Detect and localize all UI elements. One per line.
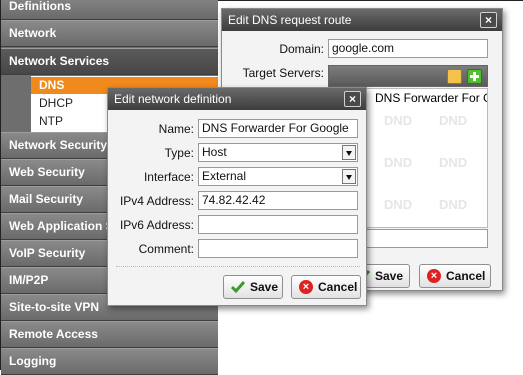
watermark: DND (384, 155, 413, 170)
type-select[interactable]: Host (198, 143, 358, 162)
sidebar-item-network-services[interactable]: Network Services (1, 48, 218, 75)
interface-value: External (202, 169, 247, 183)
dns-dialog-title: Edit DNS request route (222, 9, 502, 31)
interface-select[interactable]: External (198, 167, 358, 186)
sidebar-item-definitions[interactable]: Definitions (1, 0, 218, 20)
close-icon[interactable]: × (344, 91, 361, 107)
dns-save-label: Save (375, 269, 404, 283)
cancel-icon: × (299, 280, 313, 294)
close-icon[interactable]: × (480, 12, 497, 28)
network-save-button[interactable]: Save (223, 275, 283, 299)
check-icon (231, 281, 245, 294)
watermark: DND (439, 155, 468, 170)
name-label: Name: (158, 122, 194, 136)
watermark: DND (384, 113, 413, 128)
sidebar-item-logging[interactable]: Logging (1, 348, 218, 375)
interface-label: Interface: (143, 170, 194, 184)
ipv4-label: IPv4 Address: (119, 194, 194, 208)
chevron-down-icon[interactable] (342, 145, 356, 160)
chevron-down-icon[interactable] (342, 169, 356, 184)
watermark: DND (384, 197, 413, 212)
divider (116, 266, 360, 267)
watermark: DND (439, 197, 468, 212)
target-servers-label: Target Servers: (242, 66, 324, 80)
domain-label: Domain: (279, 42, 324, 56)
cancel-icon: × (427, 269, 441, 283)
target-servers-toolbar (328, 65, 488, 87)
list-item[interactable]: DNS Forwarder For G (375, 91, 487, 105)
ipv6-label: IPv6 Address: (119, 218, 194, 232)
dns-cancel-button[interactable]: × Cancel (419, 264, 491, 288)
network-definition-dialog: Edit network definition × Name: DNS Forw… (107, 87, 367, 306)
ipv6-input[interactable] (198, 215, 358, 234)
type-label: Type: (164, 146, 194, 160)
network-save-label: Save (250, 280, 279, 294)
ipv4-input[interactable]: 74.82.42.42 (198, 191, 358, 210)
folder-icon[interactable] (447, 69, 462, 84)
type-value: Host (202, 145, 227, 159)
domain-input[interactable]: google.com (328, 39, 488, 58)
network-dialog-title: Edit network definition (108, 88, 366, 110)
comment-input[interactable] (198, 239, 358, 258)
name-input[interactable]: DNS Forwarder For Google (198, 119, 358, 138)
watermark: DND (439, 113, 468, 128)
comment-label: Comment: (138, 242, 194, 256)
dns-cancel-label: Cancel (446, 269, 486, 283)
sidebar-item-network[interactable]: Network (1, 20, 218, 47)
network-cancel-label: Cancel (318, 280, 358, 294)
sidebar-item-remote-access[interactable]: Remote Access (1, 321, 218, 348)
add-icon[interactable] (467, 69, 482, 84)
network-cancel-button[interactable]: × Cancel (291, 275, 361, 299)
